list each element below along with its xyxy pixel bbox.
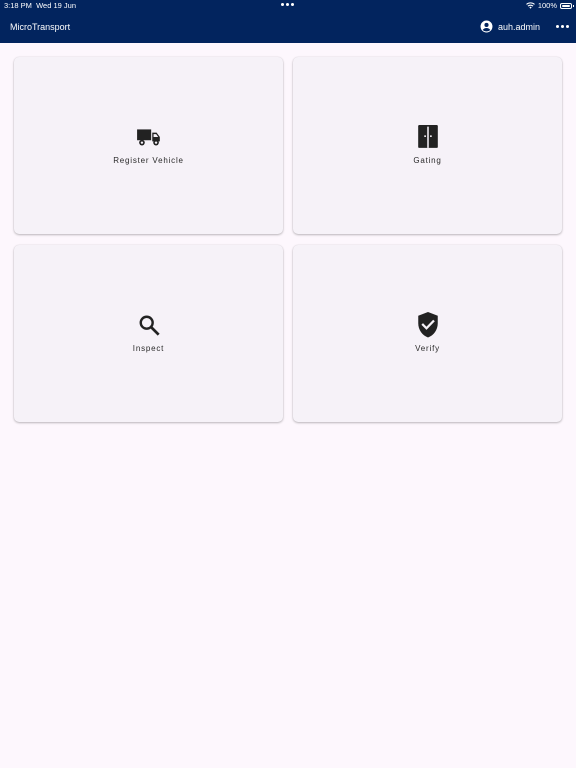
app-title: MicroTransport xyxy=(10,22,71,32)
status-time: 3:18 PM Wed 19 Jun xyxy=(4,1,76,10)
door-icon xyxy=(415,124,441,150)
gating-tile[interactable]: Gating xyxy=(293,57,562,234)
status-time-text: 3:18 PM xyxy=(4,1,32,10)
shield-check-icon xyxy=(415,312,441,338)
inspect-tile[interactable]: Inspect xyxy=(14,245,283,422)
app-header: 3:18 PM Wed 19 Jun 100% MicroTransport a… xyxy=(0,0,576,43)
user-name: auh.admin xyxy=(498,21,541,32)
status-date-text: Wed 19 Jun xyxy=(36,1,76,10)
user-menu[interactable]: auh.admin xyxy=(480,20,540,33)
status-right: 100% xyxy=(525,1,574,10)
gating-label: Gating xyxy=(413,156,442,165)
account-circle-icon xyxy=(480,20,493,33)
truck-icon xyxy=(136,124,162,150)
battery-percent: 100% xyxy=(537,1,557,10)
more-options-icon[interactable] xyxy=(556,25,569,28)
verify-tile[interactable]: Verify xyxy=(293,245,562,422)
status-bar: 3:18 PM Wed 19 Jun 100% xyxy=(0,0,576,12)
multitask-dots-icon[interactable] xyxy=(281,3,294,6)
register-vehicle-tile[interactable]: Register Vehicle xyxy=(14,57,283,234)
search-icon xyxy=(136,312,162,338)
verify-label: Verify xyxy=(415,344,440,353)
register-vehicle-label: Register Vehicle xyxy=(113,156,184,165)
wifi-icon xyxy=(525,2,535,9)
battery-icon xyxy=(560,2,574,9)
inspect-label: Inspect xyxy=(132,344,165,353)
